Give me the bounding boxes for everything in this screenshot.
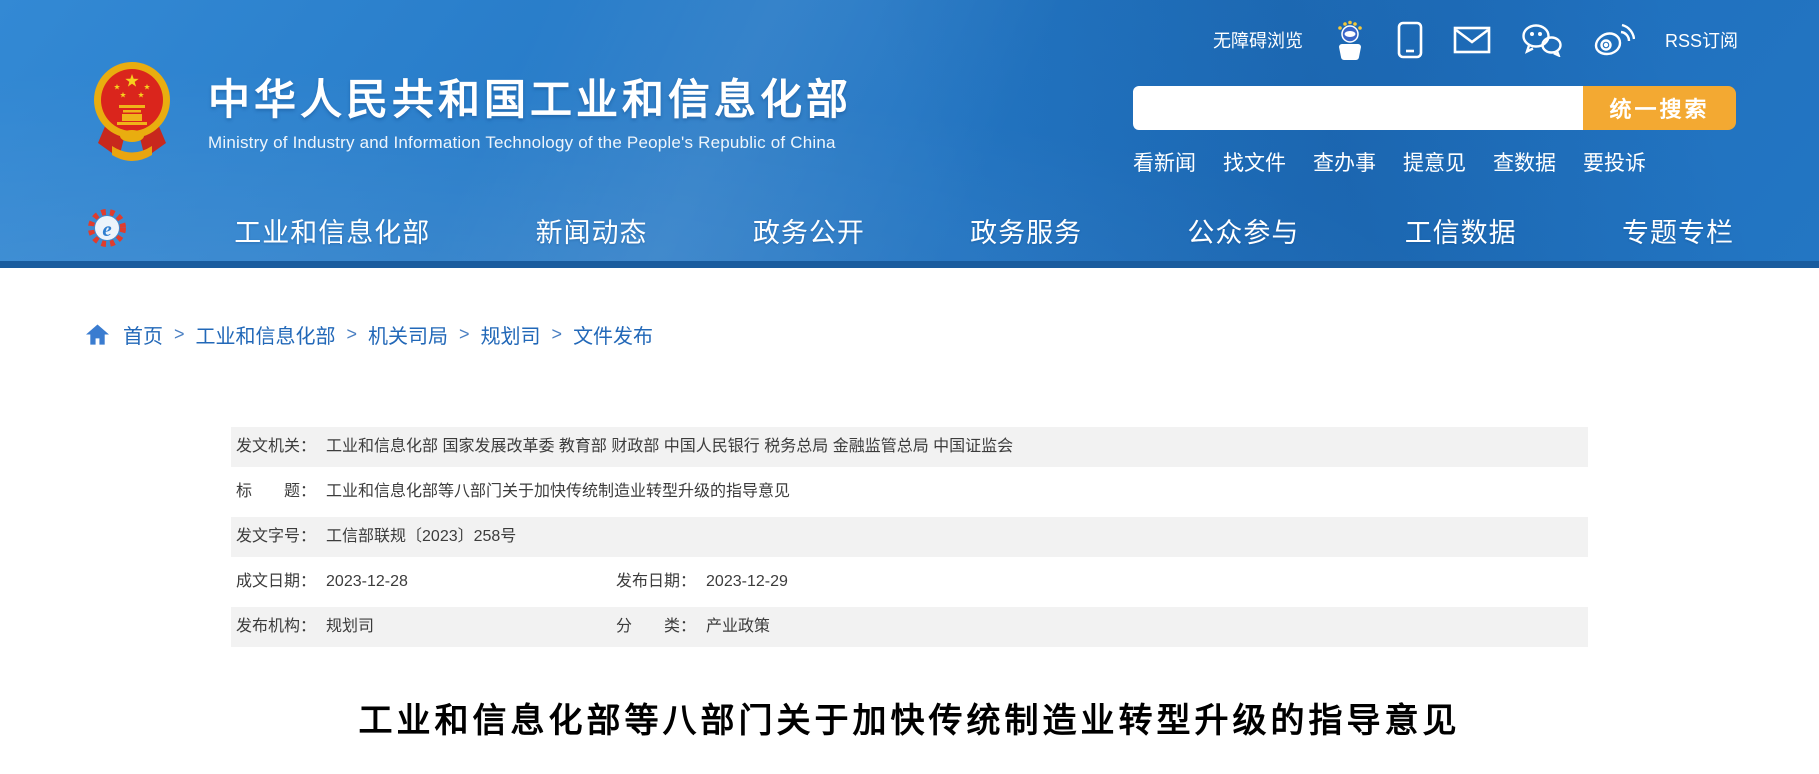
meta-value: 工业和信息化部 国家发展改革委 教育部 财政部 中国人民银行 税务总局 金融监管… [326,438,1013,455]
breadcrumb-separator: > [347,324,358,345]
nav-item-miit-data[interactable]: 工信数据 [1405,211,1517,250]
wechat-icon[interactable] [1521,23,1563,57]
meta-row-issuing-org: 发文机关： 工业和信息化部 国家发展改革委 教育部 财政部 中国人民银行 税务总局… [231,427,1588,467]
breadcrumb-home[interactable]: 首页 [123,320,163,349]
nav-item-gov-services[interactable]: 政务服务 [970,211,1082,250]
main-nav: e 工业和信息化部 新闻动态 政务公开 政务服务 公众参与 工信数据 专题专栏 [85,205,1734,255]
email-icon[interactable] [1453,26,1491,54]
site-header: 无障碍浏览 [0,0,1819,268]
accessibility-link[interactable]: 无障碍浏览 [1213,27,1303,53]
quick-links: 看新闻 找文件 查办事 提意见 查数据 要投诉 [1133,147,1736,177]
breadcrumb-separator: > [552,324,563,345]
quick-link-complaints[interactable]: 要投诉 [1583,147,1646,177]
breadcrumb-miit[interactable]: 工业和信息化部 [196,320,336,349]
miit-logo-icon[interactable]: e [85,206,129,255]
header-divider [0,261,1819,268]
meta-label: 成文日期： [236,573,316,590]
site-title: 中华人民共和国工业和信息化部 [208,78,852,122]
meta-value: 规划司 [326,618,374,635]
meta-value: 工信部联规〔2023〕258号 [326,528,516,545]
meta-value: 工业和信息化部等八部门关于加快传统制造业转型升级的指导意见 [326,483,790,500]
meta-row-publisher: 发布机构： 规划司 分 类： 产业政策 [231,607,1588,647]
quick-link-news[interactable]: 看新闻 [1133,147,1196,177]
mobile-phone-icon[interactable] [1397,21,1423,59]
search-input[interactable] [1133,86,1583,130]
meta-label: 标 题： [236,483,316,500]
weibo-icon[interactable] [1593,23,1635,57]
breadcrumb-planning-dept[interactable]: 规划司 [481,320,541,349]
meta-label: 分 类： [616,618,696,635]
meta-row-dates: 成文日期： 2023-12-28 发布日期： 2023-12-29 [231,562,1588,602]
quick-link-services[interactable]: 查办事 [1313,147,1376,177]
robot-mascot-icon[interactable] [1333,20,1367,60]
meta-label: 发文机关： [236,438,316,455]
breadcrumb-separator: > [459,324,470,345]
quick-link-suggestions[interactable]: 提意见 [1403,147,1466,177]
document-meta-table: 发文机关： 工业和信息化部 国家发展改革委 教育部 财政部 中国人民银行 税务总局… [231,427,1588,647]
meta-row-doc-number: 发文字号： 工信部联规〔2023〕258号 [231,517,1588,557]
nav-item-miit[interactable]: 工业和信息化部 [234,211,430,250]
home-icon[interactable] [85,323,110,346]
unified-search-button[interactable]: 统一搜索 [1583,86,1736,130]
quick-link-files[interactable]: 找文件 [1223,147,1286,177]
nav-item-gov-disclosure[interactable]: 政务公开 [753,211,865,250]
nav-item-special-topics[interactable]: 专题专栏 [1622,211,1734,250]
breadcrumb-separator: > [174,324,185,345]
meta-value: 产业政策 [706,618,770,635]
site-brand: 中华人民共和国工业和信息化部 Ministry of Industry and … [92,60,852,167]
utility-bar: 无障碍浏览 [1213,20,1738,60]
breadcrumb-departments[interactable]: 机关司局 [368,320,448,349]
nav-item-news[interactable]: 新闻动态 [536,211,648,250]
nav-item-public-participation[interactable]: 公众参与 [1187,211,1299,250]
svg-text:e: e [102,217,111,241]
meta-label: 发布日期： [616,573,696,590]
document-title: 工业和信息化部等八部门关于加快传统制造业转型升级的指导意见 [0,693,1819,742]
meta-label: 发文字号： [236,528,316,545]
site-subtitle: Ministry of Industry and Information Tec… [208,133,852,153]
meta-value: 2023-12-28 [326,573,408,590]
search-area: 统一搜索 看新闻 找文件 查办事 提意见 查数据 要投诉 [1133,86,1736,177]
rss-link[interactable]: RSS订阅 [1665,27,1738,53]
quick-link-data[interactable]: 查数据 [1493,147,1556,177]
meta-value: 2023-12-29 [706,573,788,590]
meta-row-title: 标 题： 工业和信息化部等八部门关于加快传统制造业转型升级的指导意见 [231,472,1588,512]
national-emblem-icon [92,60,172,167]
breadcrumb: 首页 > 工业和信息化部 > 机关司局 > 规划司 > 文件发布 [85,320,1819,349]
meta-label: 发布机构： [236,618,316,635]
breadcrumb-document-release[interactable]: 文件发布 [573,320,653,349]
